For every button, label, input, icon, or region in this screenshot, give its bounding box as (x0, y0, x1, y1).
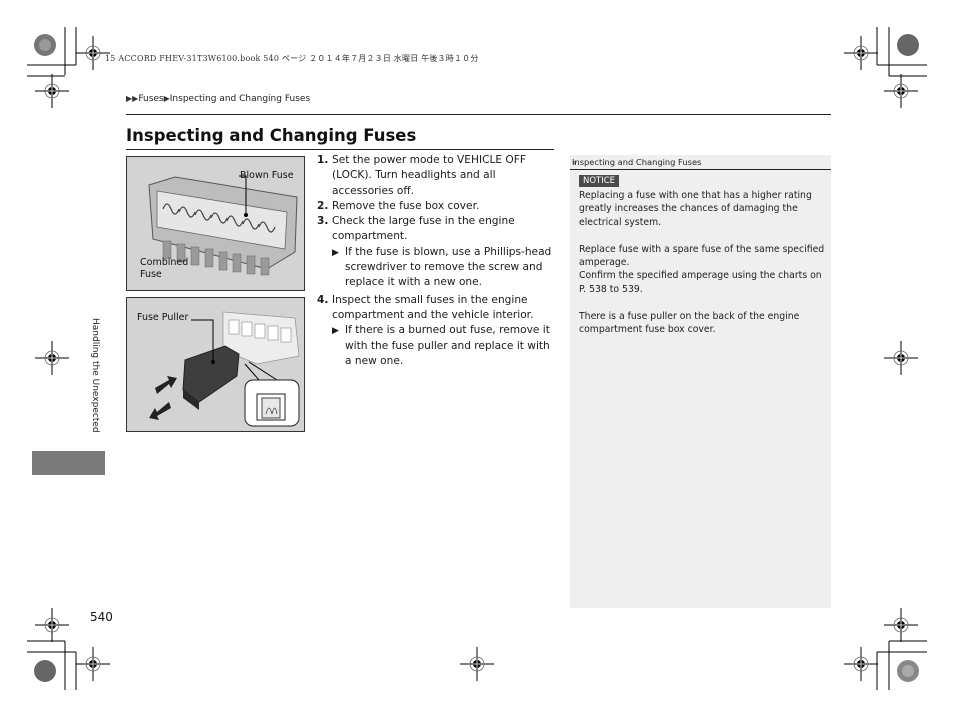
section-tab-label: Handling the Unexpected (90, 318, 100, 433)
step-text: Set the power mode to VEHICLE OFF (LOCK)… (332, 154, 526, 197)
instruction-steps: 1. Set the power mode to VEHICLE OFF (LO… (317, 153, 557, 369)
combined-label-line1: Combined (140, 257, 189, 268)
fuse-puller-label: Fuse Puller (137, 312, 189, 323)
sidebar-paragraph: Replace fuse with a spare fuse of the sa… (579, 243, 825, 269)
step-number: 1. (317, 154, 329, 166)
breadcrumb-item-fuses[interactable]: Fuses (138, 94, 163, 104)
notice-badge: NOTICE (579, 175, 620, 187)
fuse-puller-illustration: Fuse Puller (126, 297, 305, 432)
page-number: 540 (90, 610, 113, 624)
sidebar-notes: » Inspecting and Changing Fuses NOTICE Re… (570, 155, 831, 608)
sidebar-body: Replacing a fuse with one that has a hig… (579, 189, 827, 350)
header-divider (126, 114, 831, 115)
step-text: Inspect the small fuses in the engine co… (332, 293, 534, 321)
step-4-substep: ▶ If there is a burned out fuse, remove … (317, 323, 557, 369)
combined-label-line2: Fuse (140, 269, 162, 280)
combined-fuse-label: Combined Fuse (140, 257, 188, 281)
substep-text: If the fuse is blown, use a Phillips-hea… (345, 245, 552, 289)
breadcrumb: ▶▶Fuses▶Inspecting and Changing Fuses (126, 94, 310, 104)
step-1: 1. Set the power mode to VEHICLE OFF (LO… (317, 153, 557, 199)
sidebar-header: » Inspecting and Changing Fuses (570, 155, 831, 170)
step-2: 2. Remove the fuse box cover. (317, 199, 557, 214)
sidebar-paragraph: Confirm the specified amperage using the… (579, 270, 822, 295)
step-number: 3. (317, 215, 329, 228)
step-text: Check the large fuse in the engine compa… (332, 215, 515, 243)
notice-text: Replacing a fuse with one that has a hig… (579, 190, 812, 228)
triangle-right-icon: ▶ (332, 247, 339, 258)
sidebar-header-text: Inspecting and Changing Fuses (572, 157, 702, 167)
triangle-right-icon: ▶ (332, 326, 339, 337)
title-divider (126, 149, 554, 150)
step-4: 4. Inspect the small fuses in the engine… (317, 293, 557, 324)
blown-fuse-label: Blown Fuse (240, 170, 294, 181)
section-tab-marker (32, 451, 105, 475)
combined-fuse-illustration: Blown Fuse Combined Fuse (126, 156, 305, 291)
sidebar-paragraph: There is a fuse puller on the back of th… (579, 310, 800, 336)
step-3-substep: ▶ If the fuse is blown, use a Phillips-h… (317, 245, 557, 291)
page-title: Inspecting and Changing Fuses (126, 126, 417, 145)
breadcrumb-item-current: Inspecting and Changing Fuses (169, 94, 311, 104)
step-number: 4. (317, 293, 329, 306)
substep-text: If there is a burned out fuse, remove it… (345, 324, 550, 367)
step-3: 3. Check the large fuse in the engine co… (317, 214, 557, 245)
print-header: 15 ACCORD FHEV-31T3W6100.book 540 ページ ２０… (105, 54, 479, 63)
step-text: Remove the fuse box cover. (332, 199, 480, 212)
step-number: 2. (317, 199, 329, 212)
